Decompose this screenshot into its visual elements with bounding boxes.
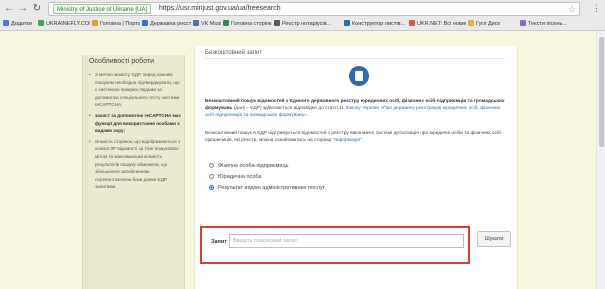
browser-chrome: ← → ↻ Ministry of Justice of Ukraine [UA… [0,0,605,31]
intro-end: . [306,113,309,119]
sidebar-list-item: З метою захисту ЄДР, перед кожним пошуко… [89,71,183,109]
bookmark-label: Головна | Портал... [100,21,140,27]
information-link[interactable]: "Інформація" [333,138,362,143]
scrollbar-thumb[interactable] [599,37,604,147]
bookmark-label: UKRAINEFLY.COM.UA [46,21,90,27]
bookmarks-bar: Додатки UKRAINEFLY.COM.UA Головна | Портал… [0,18,605,31]
browser-menu-icon[interactable]: ⋮ [592,3,601,14]
page-title: Безкоштовний запит [205,50,263,56]
sidebar-panel: Особливості роботи З метою захисту ЄДР, … [82,55,185,289]
bookmark-item[interactable]: Головна | Портал... [92,19,140,30]
sidebar-list-item: кількість сторінок, що відображаються з … [89,138,183,191]
forward-icon[interactable]: → [17,3,29,15]
document-icon [349,66,369,86]
info-end: . [361,138,364,144]
bookmark-label: Тексти пісень... [528,21,567,27]
reload-icon[interactable]: ↻ [31,3,43,15]
bookmark-item[interactable]: Тексти пісень... [520,19,580,30]
intro-paragraph: Безкоштовний пошук відомостей з Єдиного … [205,98,509,120]
bookmark-label: Реєстр нотаріусів... [282,21,332,27]
bookmark-favicon-icon [223,20,229,26]
bookmark-favicon-icon [344,20,350,26]
intro-text: (далі – ЄДР) здійснюється відповідно до … [232,106,346,112]
bookmark-item[interactable]: Державна реєстра... [142,19,191,30]
bookmark-favicon-icon [193,20,199,26]
bookmark-item[interactable]: UKR.NET: Всі новини... [409,19,466,30]
search-type-radio[interactable]: Результат видачі адміністративних послуг [209,184,325,192]
bookmark-favicon-icon [142,20,148,26]
bookmark-item[interactable]: Гугл Диск [468,19,518,30]
radio-button[interactable] [209,162,214,168]
bookmark-item[interactable]: Реєстр нотаріусів... [274,19,342,30]
bookmark-label: Додатки [11,21,32,27]
bookmark-label: Гугл Диск [476,21,500,27]
bookmark-label: Конструктор листів... [352,21,406,27]
bookmark-favicon-icon [468,20,474,26]
search-button[interactable]: Шукати [477,231,511,247]
bookmark-item[interactable]: VK Music [193,19,221,30]
sidebar-list-item: захист за допомогою reCAPTCHA має функці… [89,112,183,135]
secure-site-badge[interactable]: Ministry of Justice of Ukraine [UA] [53,4,152,14]
page-scrollbar[interactable] [596,31,605,289]
bookmark-item[interactable]: Конструктор листів... [344,19,407,30]
bookmark-item[interactable]: Головна сторінка... [223,19,272,30]
title-divider [205,58,505,59]
sidebar-title: Особливості роботи [89,58,154,65]
bookmark-label: Державна реєстра... [150,21,191,27]
bookmark-label: VK Music [201,21,221,27]
radio-label: Результат видачі адміністративних послуг [218,185,325,191]
radio-label: Юридична особа [218,174,262,180]
bookmark-item[interactable]: Додатки [3,19,36,30]
info-paragraph: Безкоштовний пошук в ЄДР підтримується в… [205,130,509,144]
radio-button[interactable] [209,173,214,179]
bookmark-favicon-icon [274,20,280,26]
radio-label: Фізична особа-підприємець [218,163,289,169]
back-icon[interactable]: ← [3,3,15,15]
query-label: Запит [211,239,227,245]
bookmark-favicon-icon [409,20,415,26]
search-type-radio[interactable]: Фізична особа-підприємець [209,162,289,170]
bookmark-star-icon[interactable]: ☆ [568,3,576,15]
bookmark-label: Головна сторінка... [231,21,272,27]
query-input[interactable] [229,234,464,248]
bookmark-item[interactable]: UKRAINEFLY.COM.UA [38,19,90,30]
url-text[interactable]: https://usr.minjust.gov.ua/ua/freesearch [159,3,281,15]
search-type-radio[interactable]: Юридична особа [209,173,261,181]
bookmark-favicon-icon [92,20,98,26]
bookmark-favicon-icon [38,20,44,26]
bookmark-favicon-icon [3,20,9,26]
bookmark-favicon-icon [520,20,526,26]
sidebar-list: З метою захисту ЄДР, перед кожним пошуко… [89,71,183,194]
bookmark-label: UKR.NET: Всі новини... [417,21,466,27]
radio-button[interactable] [209,184,214,190]
address-bar[interactable]: Ministry of Justice of Ukraine [UA] http… [48,2,580,16]
